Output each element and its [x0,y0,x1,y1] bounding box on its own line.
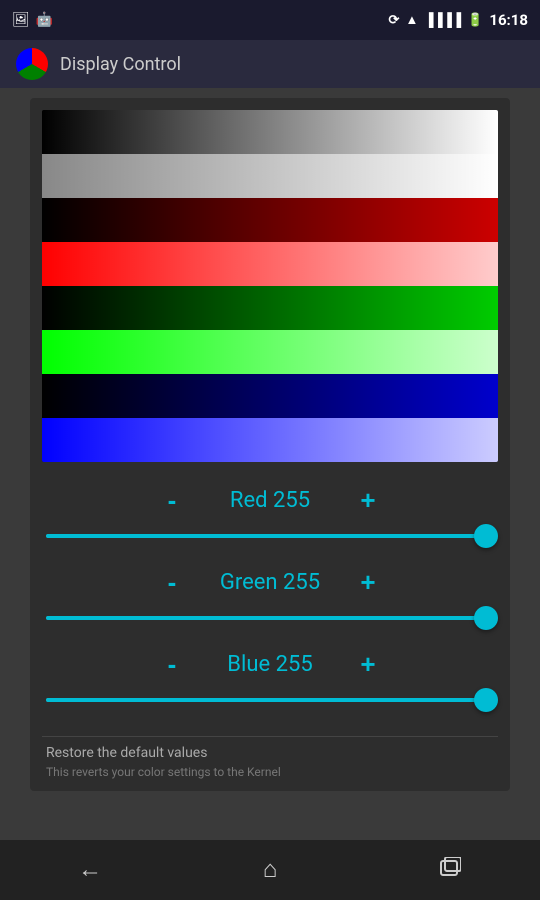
swatch-blue-white [42,418,498,462]
bottom-nav [0,840,540,900]
green-decrement-button[interactable]: - [154,564,190,600]
red-slider-fill [46,534,494,538]
swatch-dark-red [42,198,498,242]
blue-label: Blue 255 [210,652,330,677]
app-bar: Display Control [0,40,540,88]
blue-slider-track [46,698,494,702]
home-icon [263,856,278,884]
restore-title: Restore the default values [46,745,494,761]
blue-slider-thumb[interactable] [474,688,498,712]
blue-increment-button[interactable]: + [350,646,386,682]
status-bar: 🖼 🤖 ⟳ ▲ ▐▐▐▐ 🔋 16:18 [0,0,540,40]
clock: 16:18 [489,11,528,29]
green-slider-thumb[interactable] [474,606,498,630]
swatch-red-white [42,242,498,286]
orientation-icon: ⟳ [389,13,400,28]
swatch-black-white [42,110,498,154]
green-label: Green 255 [210,570,330,595]
app-title: Display Control [60,54,181,75]
red-label: Red 255 [210,488,330,513]
red-label-row: - Red 255 + [42,482,498,518]
recents-icon [439,857,461,883]
restore-description: This reverts your color settings to the … [46,765,494,779]
red-slider-track [46,534,494,538]
back-icon [78,856,102,884]
back-button[interactable] [60,840,120,900]
status-bar-right: ⟳ ▲ ▐▐▐▐ 🔋 16:18 [389,11,528,29]
app-logo [16,48,48,80]
recents-button[interactable] [420,840,480,900]
main-content: - Red 255 + - Green 255 + [0,88,540,840]
home-button[interactable] [240,840,300,900]
dialog: - Red 255 + - Green 255 + [30,98,510,791]
green-increment-button[interactable]: + [350,564,386,600]
red-slider-container[interactable] [42,526,498,546]
battery-icon: 🔋 [467,13,483,28]
signal-icon: ▐▐▐▐ [424,12,461,28]
blue-slider-fill [46,698,494,702]
green-slider-fill [46,616,494,620]
red-increment-button[interactable]: + [350,482,386,518]
swatch-dark-blue [42,374,498,418]
red-control-row: - Red 255 + [42,482,498,546]
wifi-icon: ▲ [405,12,418,28]
green-slider-container[interactable] [42,608,498,628]
green-label-row: - Green 255 + [42,564,498,600]
green-slider-track [46,616,494,620]
blue-label-row: - Blue 255 + [42,646,498,682]
restore-section[interactable]: Restore the default values This reverts … [42,736,498,779]
color-panel [42,110,498,462]
blue-control-row: - Blue 255 + [42,646,498,710]
swatch-gray [42,154,498,198]
red-slider-thumb[interactable] [474,524,498,548]
android-icon: 🤖 [36,12,53,28]
red-decrement-button[interactable]: - [154,482,190,518]
blue-slider-container[interactable] [42,690,498,710]
gallery-icon: 🖼 [12,12,30,28]
controls: - Red 255 + - Green 255 + [42,478,498,732]
swatch-dark-green [42,286,498,330]
blue-decrement-button[interactable]: - [154,646,190,682]
swatch-green-white [42,330,498,374]
green-control-row: - Green 255 + [42,564,498,628]
status-bar-left: 🖼 🤖 [12,12,53,28]
